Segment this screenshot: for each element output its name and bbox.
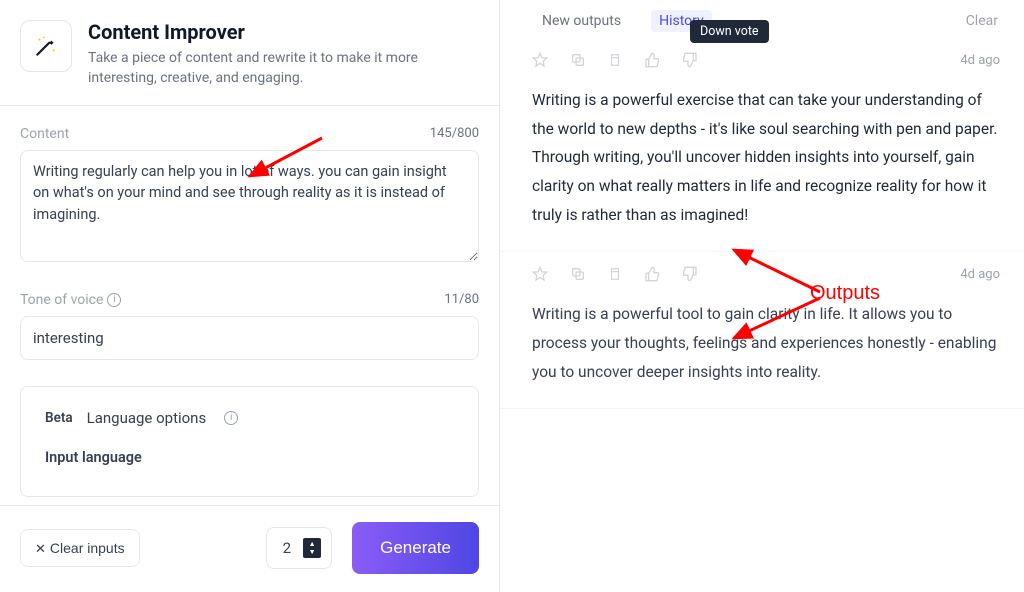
close-icon: ✕ <box>35 542 46 555</box>
tool-icon <box>20 20 72 72</box>
beta-badge: Beta <box>45 410 73 426</box>
generate-button[interactable]: Generate <box>352 522 479 574</box>
quantity-stepper[interactable]: 2 ▲▼ <box>266 527 332 569</box>
star-icon[interactable] <box>532 266 548 282</box>
thumbs-up-icon[interactable] <box>644 52 660 68</box>
bottom-bar: ✕ Clear inputs 2 ▲▼ Generate <box>0 505 499 592</box>
input-language-label: Input language <box>45 449 454 466</box>
tone-label: Tone of voicei <box>20 292 121 308</box>
output-item: 4d ago Writing is a powerful tool to gai… <box>500 252 1024 409</box>
header: Content Improver Take a piece of content… <box>0 0 499 106</box>
left-panel: Content Improver Take a piece of content… <box>0 0 500 592</box>
timestamp: 4d ago <box>960 267 1000 282</box>
tone-input[interactable] <box>20 316 479 360</box>
tone-counter: 11/80 <box>444 292 479 307</box>
output-text: Writing is a powerful tool to gain clari… <box>532 300 1000 386</box>
outputs-list: 4d ago Writing is a powerful exercise th… <box>500 38 1024 592</box>
content-label: Content <box>20 126 69 142</box>
clear-inputs-button[interactable]: ✕ Clear inputs <box>20 529 140 567</box>
right-panel: New outputs History Clear Down vote <box>500 0 1024 592</box>
timestamp: 4d ago <box>960 53 1000 68</box>
page-title: Content Improver <box>88 20 479 44</box>
tabs: New outputs History Clear Down vote <box>500 0 1024 38</box>
star-icon[interactable] <box>532 52 548 68</box>
tab-new-outputs[interactable]: New outputs <box>536 11 627 31</box>
info-icon[interactable]: i <box>107 293 121 307</box>
info-icon[interactable]: i <box>224 411 238 425</box>
page-description: Take a piece of content and rewrite it t… <box>88 48 479 89</box>
copy-icon[interactable] <box>570 266 586 282</box>
output-item: 4d ago Writing is a powerful exercise th… <box>500 38 1024 252</box>
quantity-value: 2 <box>283 539 291 557</box>
content-counter: 145/800 <box>430 126 479 141</box>
thumbs-down-icon[interactable] <box>682 266 698 282</box>
content-input[interactable]: Writing regularly can help you in lot of… <box>20 150 479 262</box>
output-text: Writing is a powerful exercise that can … <box>532 86 1000 229</box>
thumbs-down-icon[interactable] <box>682 52 698 68</box>
copy-icon[interactable] <box>570 52 586 68</box>
tooltip-down-vote: Down vote <box>690 20 769 43</box>
form-area: Content 145/800 Writing regularly can he… <box>0 106 499 505</box>
thumbs-up-icon[interactable] <box>644 266 660 282</box>
delete-icon[interactable] <box>608 266 622 282</box>
clear-outputs-link[interactable]: Clear <box>966 13 998 29</box>
language-options-label: Language options <box>87 409 207 427</box>
delete-icon[interactable] <box>608 52 622 68</box>
stepper-icon[interactable]: ▲▼ <box>303 538 321 558</box>
language-box: Beta Language options i Input language <box>20 386 479 497</box>
